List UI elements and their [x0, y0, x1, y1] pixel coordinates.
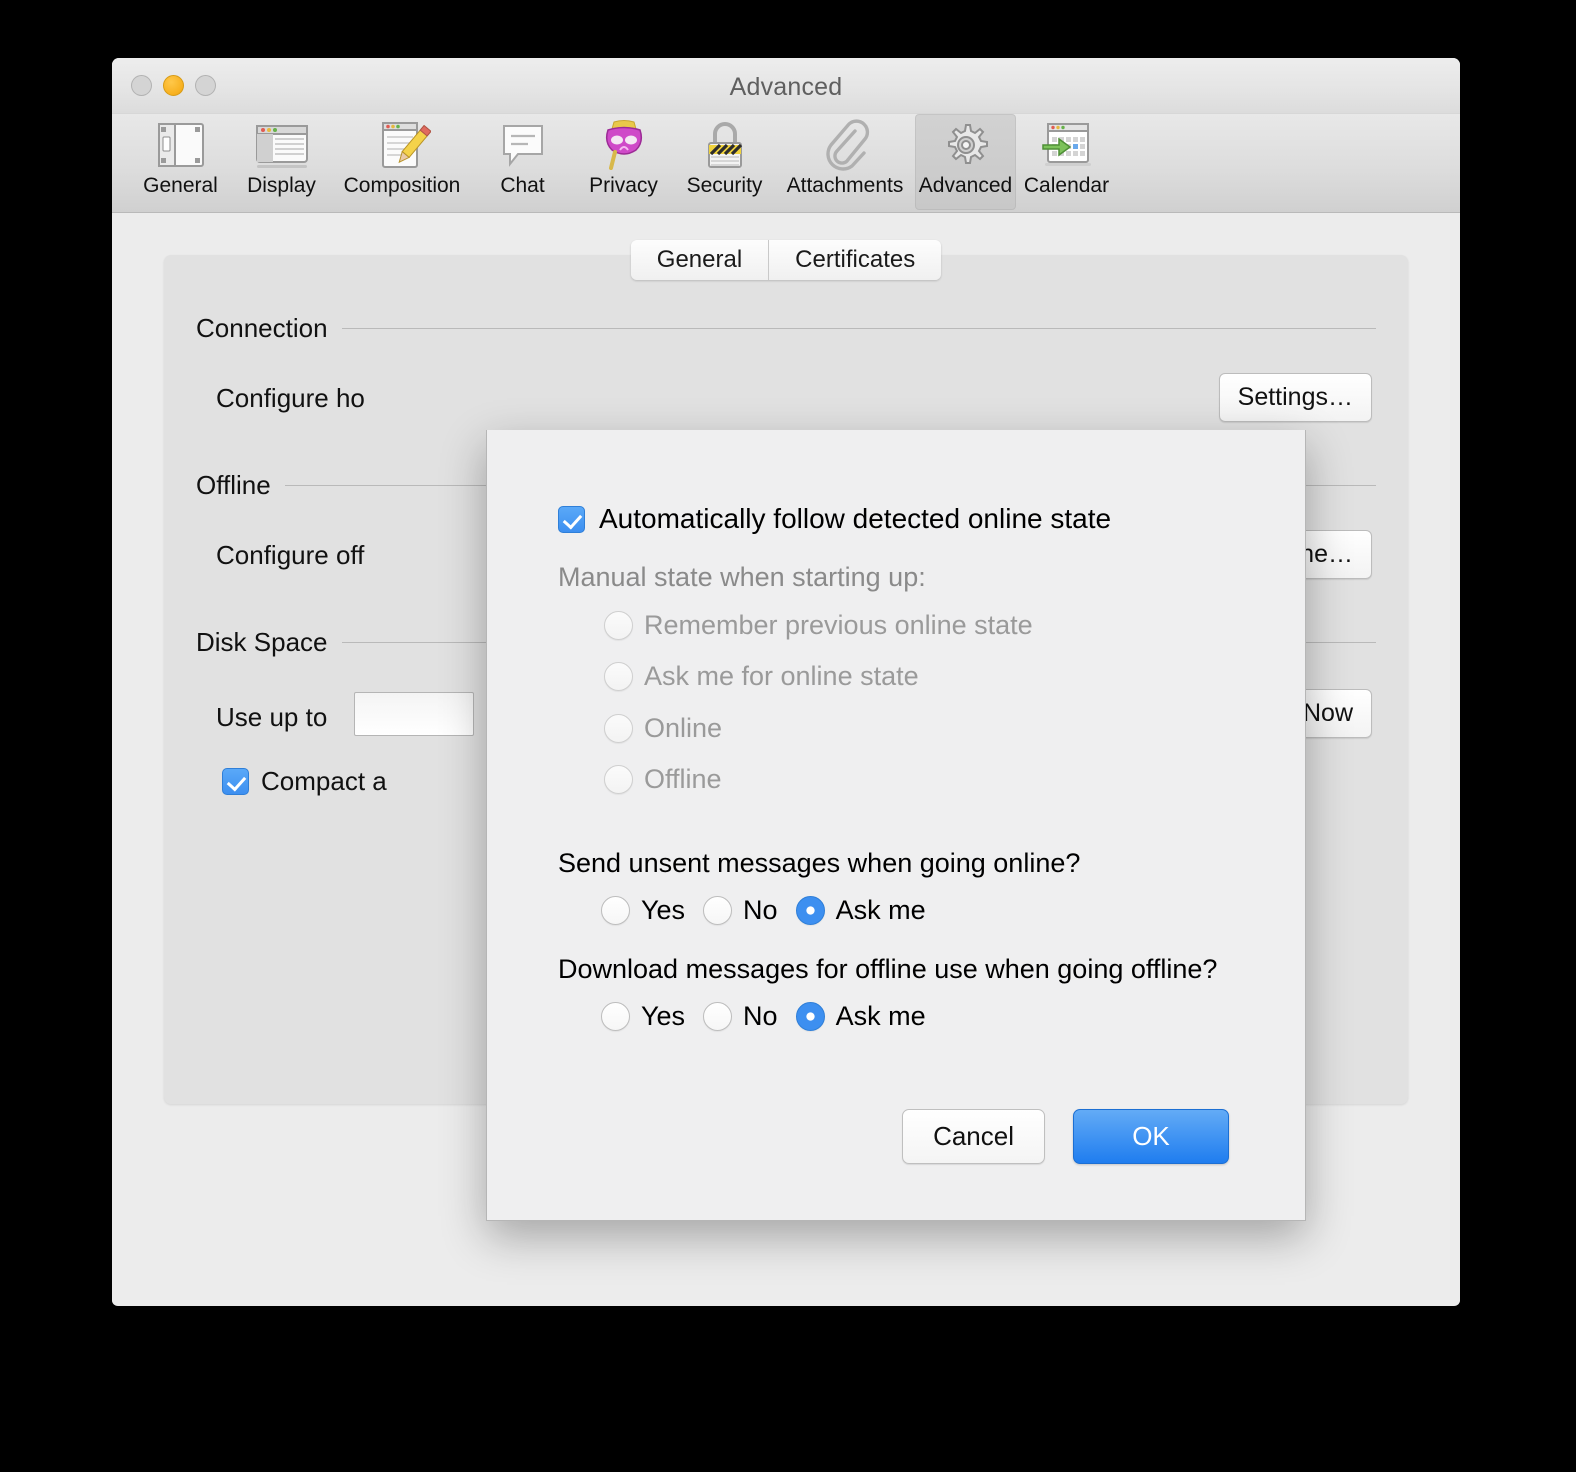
toolbar-item-label: Advanced: [915, 174, 1016, 198]
radio-download-offline-ask-me[interactable]: Ask me: [796, 1001, 926, 1032]
radio-remember-previous-online-state[interactable]: Remember previous online state: [604, 610, 1033, 641]
toolbar-item-attachments[interactable]: Attachments: [775, 114, 915, 210]
toolbar-item-label: Privacy: [573, 174, 674, 198]
radio-ask-me-for-online-state[interactable]: Ask me for online state: [604, 661, 919, 692]
radio-icon[interactable]: [601, 1002, 630, 1031]
toolbar-item-general[interactable]: General: [130, 114, 231, 210]
tab-general[interactable]: General: [631, 240, 769, 280]
preferences-body: General Certificates Connection Configur…: [112, 213, 1460, 1305]
radio-icon[interactable]: [703, 1002, 732, 1031]
sheet-content: Automatically follow detected online sta…: [487, 430, 1305, 1220]
radio-selected-icon[interactable]: [796, 1002, 825, 1031]
general-icon: [130, 118, 231, 172]
chat-icon: [472, 118, 573, 172]
radio-download-offline-yes[interactable]: Yes: [601, 1001, 685, 1032]
tabstrip: General Certificates: [631, 240, 941, 280]
window-titlebar: Advanced: [112, 58, 1460, 114]
group-connection: Connection: [196, 313, 1376, 344]
radio-send-unsent-ask-me[interactable]: Ask me: [796, 895, 926, 926]
auto-follow-label: Automatically follow detected online sta…: [599, 503, 1111, 535]
tab-certificates[interactable]: Certificates: [769, 240, 941, 280]
radio-label: Yes: [641, 1001, 685, 1032]
checkbox-checked-icon[interactable]: [558, 506, 585, 533]
preferences-window: Advanced General: [112, 58, 1460, 1306]
radio-offline[interactable]: Offline: [604, 764, 722, 795]
configure-offline-label: Configure off: [216, 540, 364, 571]
radio-icon[interactable]: [604, 765, 633, 794]
radio-icon[interactable]: [604, 611, 633, 640]
group-title: Disk Space: [196, 627, 342, 658]
radio-label: No: [743, 895, 778, 926]
toolbar-item-label: Attachments: [775, 174, 915, 198]
radio-label: No: [743, 1001, 778, 1032]
radio-icon[interactable]: [601, 896, 630, 925]
toolbar-item-label: General: [130, 174, 231, 198]
auto-follow-checkbox-row[interactable]: Automatically follow detected online sta…: [558, 503, 1111, 535]
radio-label: Ask me: [836, 895, 926, 926]
security-lock-icon: [674, 118, 775, 172]
radio-label: Ask me: [836, 1001, 926, 1032]
cancel-button[interactable]: Cancel: [902, 1109, 1045, 1164]
radio-icon[interactable]: [604, 714, 633, 743]
compact-checkbox-row[interactable]: Compact a: [222, 766, 387, 797]
sheet-button-bar: Cancel OK: [902, 1109, 1229, 1164]
toolbar-item-display[interactable]: Display: [231, 114, 332, 210]
radio-download-offline-no[interactable]: No: [703, 1001, 778, 1032]
manual-state-label: Manual state when starting up:: [558, 562, 926, 593]
radio-label: Ask me for online state: [644, 661, 919, 692]
toolbar-item-calendar[interactable]: Calendar: [1016, 114, 1117, 210]
radio-send-unsent-no[interactable]: No: [703, 895, 778, 926]
calendar-icon: [1016, 118, 1117, 172]
radio-label: Offline: [644, 764, 722, 795]
radio-online[interactable]: Online: [604, 713, 722, 744]
composition-icon: [332, 118, 472, 172]
group-title: Connection: [196, 313, 342, 344]
toolbar-item-security[interactable]: Security: [674, 114, 775, 210]
toolbar-item-composition[interactable]: Composition: [332, 114, 472, 210]
radio-icon[interactable]: [604, 662, 633, 691]
preferences-toolbar: General: [112, 114, 1460, 213]
radio-label: Online: [644, 713, 722, 744]
use-up-to-label: Use up to: [216, 702, 327, 733]
radio-selected-icon[interactable]: [796, 896, 825, 925]
toolbar-item-label: Chat: [472, 174, 573, 198]
configure-host-label: Configure ho: [216, 383, 365, 414]
compact-label: Compact a: [261, 766, 387, 797]
toolbar-item-advanced[interactable]: Advanced: [915, 114, 1016, 210]
radio-send-unsent-yes[interactable]: Yes: [601, 895, 685, 926]
toolbar-item-label: Security: [674, 174, 775, 198]
download-offline-question: Download messages for offline use when g…: [558, 954, 1217, 985]
disk-space-input[interactable]: [354, 692, 474, 736]
toolbar-item-chat[interactable]: Chat: [472, 114, 573, 210]
toolbar-item-privacy[interactable]: Privacy: [573, 114, 674, 210]
offline-settings-sheet: Automatically follow detected online sta…: [486, 430, 1306, 1221]
tab-bar: General Certificates: [112, 239, 1460, 281]
toolbar-item-label: Calendar: [1016, 174, 1117, 198]
gear-icon: [915, 118, 1016, 172]
send-unsent-question: Send unsent messages when going online?: [558, 848, 1080, 879]
settings-button[interactable]: Settings…: [1219, 373, 1372, 422]
download-offline-options: Yes No Ask me: [601, 1001, 926, 1032]
ok-button[interactable]: OK: [1073, 1109, 1229, 1164]
group-rule: [342, 328, 1376, 329]
display-icon: [231, 118, 332, 172]
toolbar-item-label: Display: [231, 174, 332, 198]
window-title: Advanced: [112, 73, 1460, 102]
group-title: Offline: [196, 470, 285, 501]
screen: Advanced General: [0, 0, 1576, 1472]
checkbox-checked-icon[interactable]: [222, 768, 249, 795]
privacy-mask-icon: [573, 118, 674, 172]
toolbar-item-label: Composition: [332, 174, 472, 198]
send-unsent-options: Yes No Ask me: [601, 895, 926, 926]
radio-label: Remember previous online state: [644, 610, 1033, 641]
radio-icon[interactable]: [703, 896, 732, 925]
radio-label: Yes: [641, 895, 685, 926]
paperclip-icon: [775, 118, 915, 172]
